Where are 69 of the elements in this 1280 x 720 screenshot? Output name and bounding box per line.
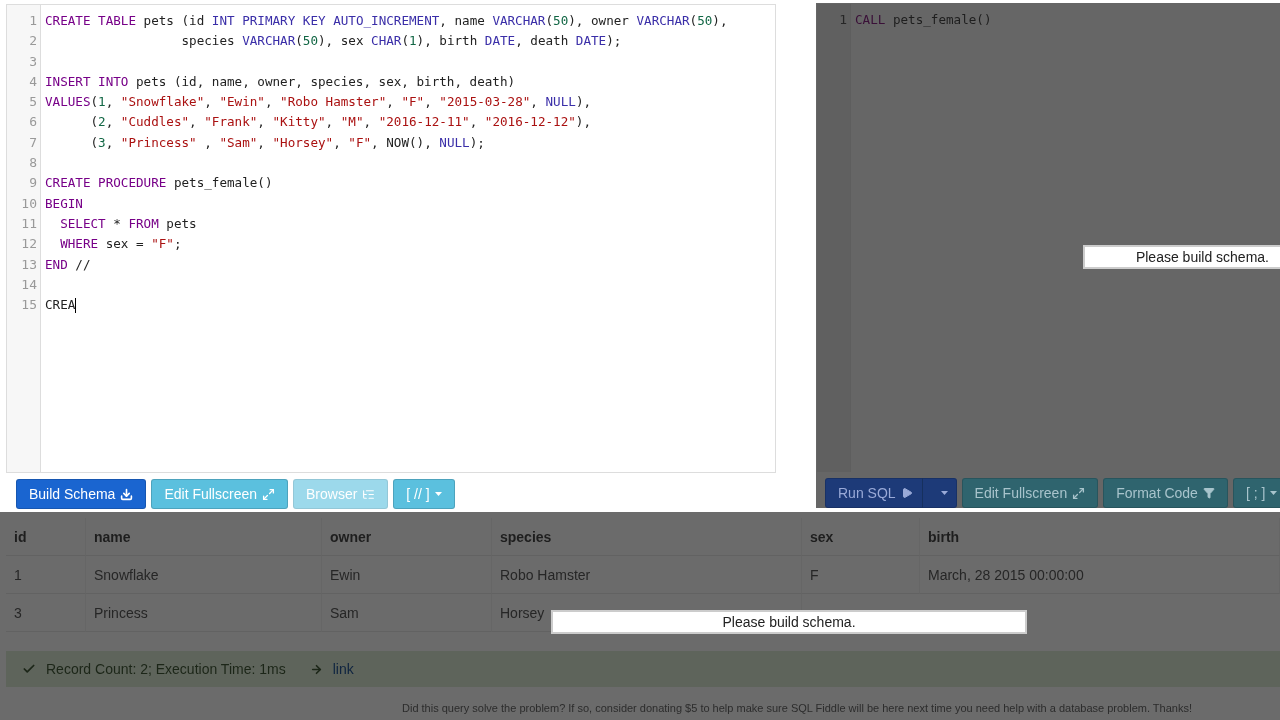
table-cell: 1 [6, 556, 86, 594]
table-cell: March, 28 2015 00:00:00 [920, 556, 1280, 594]
code-line: INSERT INTO pets (id, name, owner, species, sex, birth, death) [45, 73, 517, 91]
table-cell: Snowflake [86, 556, 322, 594]
status-text: Record Count: 2; Execution Time: 1ms [46, 661, 286, 677]
table-cell: Princess [86, 594, 322, 632]
code-editor[interactable]: 1 CALL pets_female() Please build schema. [816, 3, 1280, 473]
line-number: 1 [839, 12, 847, 29]
table-cell: Robo Hamster [492, 556, 802, 594]
line-number: 14 [21, 276, 37, 294]
footer-text: Did this query solve the problem? If so, consider donating $5 to help make sure SQL Fiddle will be here next time you need help with a database problem. Thanks! [402, 702, 1192, 714]
code-line: CALL pets_female() [855, 12, 993, 29]
tree-icon [362, 487, 376, 501]
toolbar-button[interactable]: Edit Fullscreen [961, 478, 1099, 508]
message-box: Please build schema. [551, 610, 1027, 634]
code-line: SELECT * FROM pets [59, 215, 198, 233]
column-header: id [6, 518, 86, 556]
caret-icon [1270, 491, 1278, 495]
line-number: 3 [29, 53, 37, 71]
play-icon [900, 487, 913, 499]
column-header: name [86, 518, 322, 556]
code-line: (3, "Princess" , "Sam", "Horsey", "F", NOW(), NULL); [89, 134, 486, 152]
line-number: 8 [29, 155, 37, 173]
code-line: CREATE TABLE pets (id INT PRIMARY KEY AUTO_INCREMENT, name VARCHAR(50), owner VARCHAR(50), [45, 13, 729, 30]
code-line: VALUES(1, "Snowflake", "Ewin", "Robo Hamster", "F", "2015-03-28", NULL), [45, 94, 593, 112]
split-button[interactable]: Run SQL [825, 478, 957, 508]
link[interactable]: link [309, 661, 354, 677]
code-line: BEGIN [45, 195, 84, 213]
table-cell: Sam [322, 594, 492, 632]
line-number: 10 [21, 195, 37, 213]
expand-icon [262, 487, 275, 501]
line-number: 9 [29, 175, 37, 193]
line-number: 6 [29, 114, 37, 132]
line-number: 15 [21, 297, 37, 315]
dropdown-button[interactable]: [ ; ] [1232, 478, 1280, 508]
code-editor[interactable] [6, 4, 776, 473]
line-number: 5 [29, 94, 37, 112]
message-box: Please build schema. [1083, 245, 1280, 269]
code-line: WHERE sex = "F"; [59, 236, 183, 254]
arrow-icon [309, 662, 323, 676]
toolbar-button[interactable]: Edit Fullscreen [151, 479, 288, 509]
caret-icon [434, 492, 442, 496]
table-cell: Ewin [322, 556, 492, 594]
caret-icon [940, 491, 948, 495]
column-header: sex [802, 518, 920, 556]
code-line: (2, "Cuddles", "Frank", "Kitty", "M", "2016-12-11", "2016-12-12"), [89, 114, 593, 132]
line-number: 13 [21, 256, 37, 274]
code-line: CREA [45, 297, 78, 316]
line-number: 12 [21, 236, 37, 254]
line-number: 4 [29, 73, 37, 91]
line-number: 1 [29, 13, 37, 30]
code-line: species VARCHAR(50), sex CHAR(1), birth DATE, death DATE); [180, 33, 623, 51]
toolbar-button[interactable]: Build Schema [16, 479, 147, 509]
code-line: CREATE PROCEDURE pets_female() [45, 175, 274, 193]
column-header: birth [920, 518, 1280, 556]
column-header: species [492, 518, 802, 556]
table-cell: 3 [6, 594, 86, 632]
table-cell: F [802, 556, 920, 594]
download-icon [120, 487, 134, 501]
dropdown-button[interactable]: [ // ] [393, 479, 455, 509]
toolbar-button[interactable]: Format Code [1103, 478, 1228, 508]
line-number: 11 [21, 215, 37, 233]
expand-icon [1072, 486, 1086, 500]
column-header: owner [322, 518, 492, 556]
code-line: END // [45, 256, 92, 274]
line-number: 2 [29, 33, 37, 51]
check-icon [22, 662, 36, 676]
line-number: 7 [29, 134, 37, 152]
filter-icon [1202, 487, 1215, 499]
